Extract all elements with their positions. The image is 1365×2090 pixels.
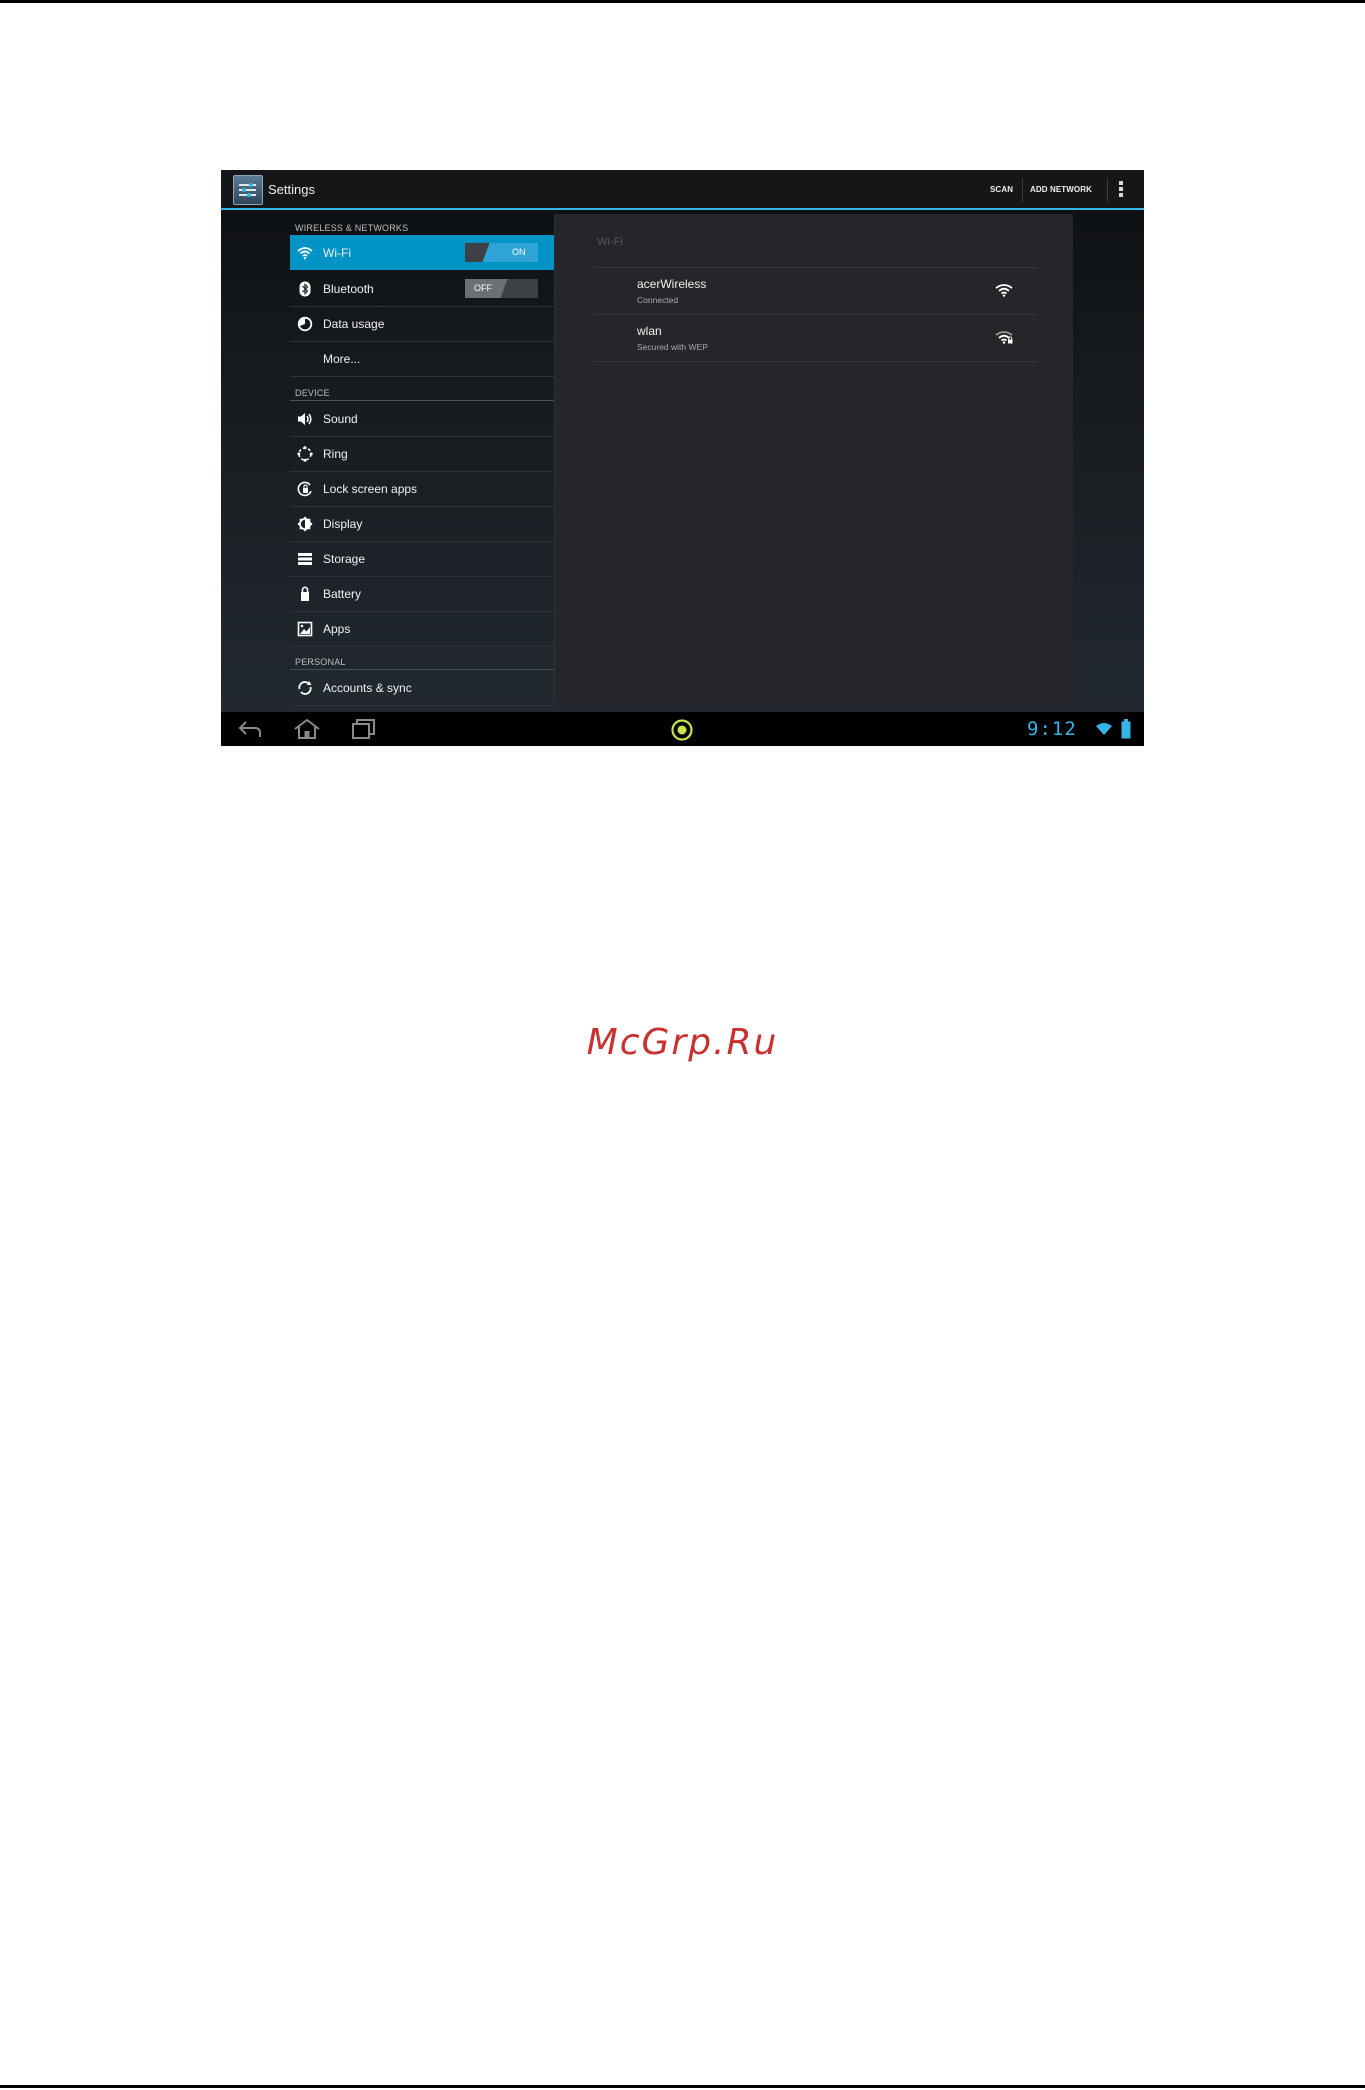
sync-icon	[298, 681, 312, 695]
list-divider	[593, 361, 1037, 362]
category-device: DEVICE	[295, 388, 330, 398]
data-usage-icon	[297, 316, 313, 332]
system-bar: 9:12	[221, 712, 1144, 746]
network-item-acerwireless[interactable]: acerWireless Connected	[593, 268, 1037, 314]
sidebar-item-apps[interactable]: Apps	[290, 611, 554, 647]
settings-app-icon[interactable]	[233, 175, 263, 205]
wifi-locked-icon	[995, 331, 1013, 344]
sidebar-item-label: Data usage	[323, 317, 385, 331]
page-top-rule	[0, 0, 1365, 3]
network-item-wlan[interactable]: wlan Secured with WEP	[593, 315, 1037, 361]
sidebar-item-label: Bluetooth	[323, 282, 374, 296]
page-bottom-rule	[0, 2085, 1365, 2088]
sidebar-item-label: Storage	[323, 552, 366, 566]
category-wireless-networks: WIRELESS & NETWORKS	[295, 223, 409, 233]
sidebar-item-lock-screen-apps[interactable]: Lock screen apps	[290, 471, 554, 507]
network-status: Connected	[637, 295, 679, 305]
sidebar-item-battery[interactable]: Battery	[290, 576, 554, 612]
scan-button[interactable]: SCAN	[990, 185, 1013, 194]
sidebar-item-bluetooth[interactable]: Bluetooth OFF	[290, 271, 554, 307]
watermark-text: McGrp.Ru	[586, 1022, 779, 1063]
lock-screen-icon	[297, 481, 312, 497]
battery-icon	[301, 586, 309, 601]
sidebar-item-label: Display	[323, 517, 363, 531]
wifi-signal-icon	[995, 284, 1013, 297]
action-divider	[1107, 178, 1108, 202]
toggle-state: OFF	[474, 283, 492, 293]
overflow-menu-icon[interactable]	[1119, 181, 1123, 197]
network-status: Secured with WEP	[637, 342, 708, 352]
app-title: Settings	[268, 182, 315, 197]
sidebar-item-label: More...	[323, 352, 361, 366]
sidebar-item-storage[interactable]: Storage	[290, 541, 554, 577]
sidebar-item-label: Accounts & sync	[323, 681, 412, 695]
home-icon[interactable]	[293, 718, 321, 740]
wifi-detail-panel: Wi-Fi acerWireless Connected wlan Secure…	[554, 214, 1073, 702]
sidebar-item-label: Sound	[323, 412, 358, 426]
sidebar-item-sound[interactable]: Sound	[290, 401, 554, 437]
sidebar-item-label: Apps	[323, 622, 351, 636]
category-personal: PERSONAL	[295, 657, 346, 667]
brightness-icon	[297, 516, 313, 532]
wifi-icon	[297, 247, 313, 260]
battery-status-icon	[1121, 719, 1131, 739]
sidebar-item-wifi[interactable]: Wi-Fi ON	[290, 235, 554, 270]
recent-apps-icon[interactable]	[350, 718, 378, 740]
storage-icon	[298, 553, 312, 565]
network-ssid: acerWireless	[637, 277, 707, 291]
apps-icon	[297, 621, 313, 637]
speaker-icon	[298, 413, 312, 425]
launcher-icon[interactable]	[670, 718, 694, 742]
sidebar-item-ring[interactable]: Ring	[290, 436, 554, 472]
network-ssid: wlan	[637, 324, 662, 338]
wifi-toggle[interactable]: ON	[465, 243, 538, 262]
bluetooth-toggle[interactable]: OFF	[465, 279, 538, 298]
toggle-state: ON	[512, 247, 526, 257]
tablet-screenshot: Settings SCAN ADD NETWORK WIRELESS & NET…	[221, 170, 1144, 746]
panel-title: Wi-Fi	[597, 236, 623, 248]
sidebar-item-accounts-sync[interactable]: Accounts & sync	[290, 670, 554, 706]
ring-icon	[297, 446, 313, 462]
sidebar-item-label: Battery	[323, 587, 362, 601]
sidebar-item-label: Lock screen apps	[323, 482, 418, 496]
wifi-status-icon	[1096, 723, 1112, 735]
bluetooth-icon	[299, 281, 311, 297]
back-icon[interactable]	[237, 718, 263, 740]
add-network-button[interactable]: ADD NETWORK	[1030, 185, 1092, 194]
sidebar-item-label: Ring	[323, 447, 348, 461]
sidebar-item-label: Wi-Fi	[323, 246, 351, 260]
sidebar-item-data-usage[interactable]: Data usage	[290, 306, 554, 342]
sidebar-item-display[interactable]: Display	[290, 506, 554, 542]
action-bar: Settings SCAN ADD NETWORK	[221, 170, 1144, 210]
sidebar-item-more[interactable]: More...	[290, 341, 554, 377]
status-clock: 9:12	[1027, 718, 1077, 740]
action-divider	[1022, 178, 1023, 202]
